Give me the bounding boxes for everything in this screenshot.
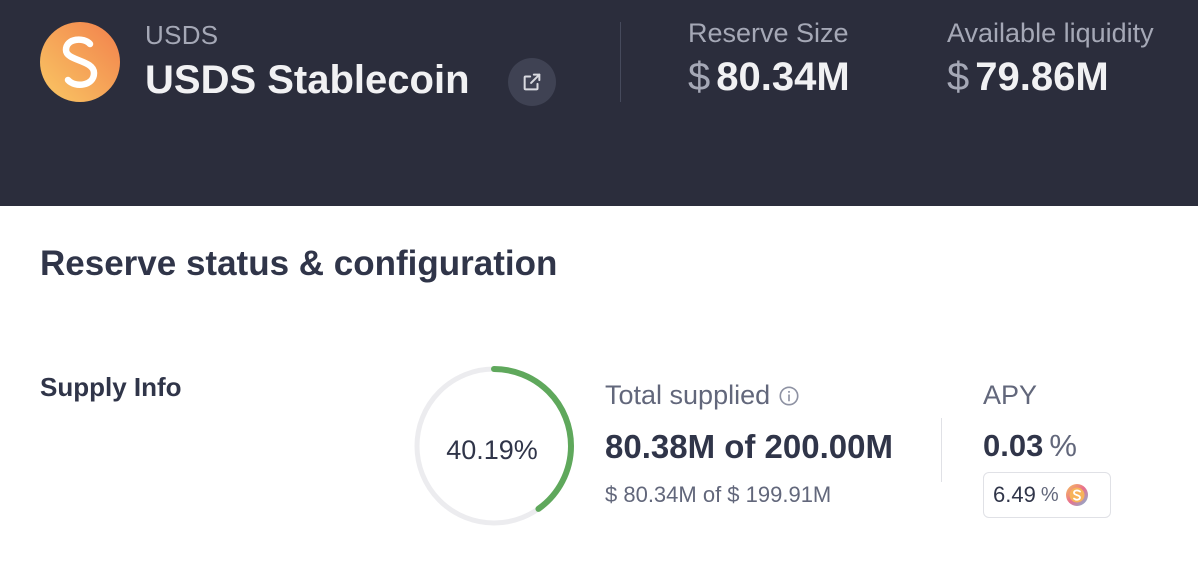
incentive-value: 6.49 [993,482,1036,507]
incentive-token-icon [1065,484,1088,506]
reserve-size-stat: Reserve Size $ 80.34M [688,18,850,100]
reserve-size-value: $ 80.34M [688,55,850,100]
supply-divider [941,418,942,482]
reserve-size-label: Reserve Size [688,18,849,48]
token-name: USDS Stablecoin [145,58,470,102]
apy-unit: % [1049,428,1077,463]
incentive-unit: % [1040,483,1059,506]
reserve-size-amount: 80.34M [716,55,850,99]
supply-info-label: Supply Info [40,372,182,402]
reserve-size-currency: $ [688,55,711,99]
apy-number: 0.03 [983,428,1044,463]
total-supplied-label-text: Total supplied [605,380,771,410]
external-link-button[interactable] [508,58,556,106]
available-liquidity-stat: Available liquidity $ 79.86M [947,18,1154,100]
total-supplied-usd: $ 80.34M of $ 199.91M [605,482,832,507]
section-title: Reserve status & configuration [40,244,558,283]
token-symbol: USDS [145,20,219,50]
available-liquidity-amount: 79.86M [975,55,1109,99]
reserve-header: USDS USDS Stablecoin Reserve Size $ 80.3… [0,0,1198,206]
available-liquidity-value: $ 79.86M [947,55,1154,100]
total-supplied-label: Total supplied [605,380,800,411]
utilization-percent: 40.19% [446,435,538,465]
usds-logo-icon [40,22,120,102]
total-supplied-value: 80.38M of 200.00M [605,428,893,465]
available-liquidity-label: Available liquidity [947,18,1154,48]
apy-value: 0.03% [983,428,1077,464]
incentive-badge[interactable]: 6.49 % [983,472,1111,518]
external-link-icon [523,73,541,91]
header-divider [620,22,621,102]
info-icon[interactable] [778,385,800,407]
available-liquidity-currency: $ [947,55,970,99]
apy-label: APY [983,380,1038,410]
